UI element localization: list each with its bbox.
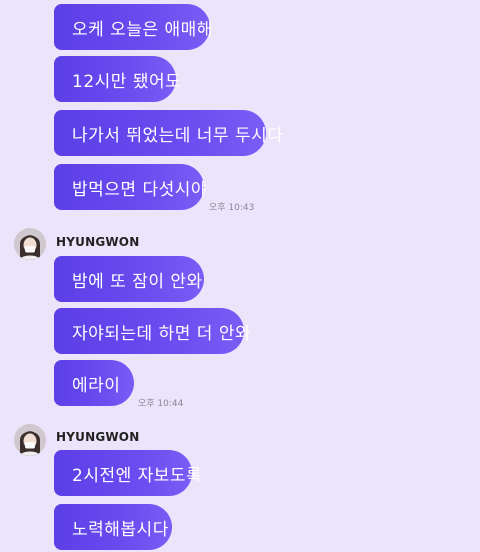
message-text: 12시만 됐어도 <box>72 71 182 92</box>
message-text: 2시전엔 자보도록 <box>72 465 203 486</box>
message-bubble[interactable]: 밥먹으면 다섯시야 <box>54 164 208 210</box>
message-timestamp: 오후 10:44 <box>138 399 184 409</box>
message-bubble[interactable]: 밤에 또 잠이 안와 <box>54 256 204 302</box>
profile-avatar-icon[interactable] <box>14 424 46 456</box>
message-bubble[interactable]: 2시전엔 자보도록 <box>54 450 202 496</box>
chat-message-list: 오케 오늘은 애매해 12시만 됐어도 나가서 뛰었는데 너무 두시다 밥먹으면… <box>0 0 480 552</box>
message-text: 자야되는데 하면 더 안와 <box>72 323 252 344</box>
message-bubble[interactable]: 오케 오늘은 애매해 <box>54 4 213 50</box>
message-text: 밤에 또 잠이 안와 <box>72 271 203 292</box>
message-text: 오케 오늘은 애매해 <box>72 19 213 40</box>
message-bubble[interactable]: 자야되는데 하면 더 안와 <box>54 308 251 354</box>
message-bubble[interactable]: 노력해봅시다 <box>54 504 172 550</box>
message-text: 나가서 뛰었는데 너무 두시다 <box>72 125 284 146</box>
message-bubble[interactable]: 에라이 <box>54 360 134 406</box>
sender-name: HYUNGWON <box>56 235 140 249</box>
message-text: 밥먹으면 다섯시야 <box>72 179 208 200</box>
message-text: 에라이 <box>72 375 121 396</box>
profile-avatar-icon[interactable] <box>14 228 46 260</box>
message-bubble[interactable]: 12시만 됐어도 <box>54 56 181 102</box>
message-timestamp: 오후 10:43 <box>209 203 255 213</box>
message-bubble[interactable]: 나가서 뛰었는데 너무 두시다 <box>54 110 283 156</box>
message-text: 노력해봅시다 <box>72 519 169 540</box>
sender-name: HYUNGWON <box>56 430 140 444</box>
